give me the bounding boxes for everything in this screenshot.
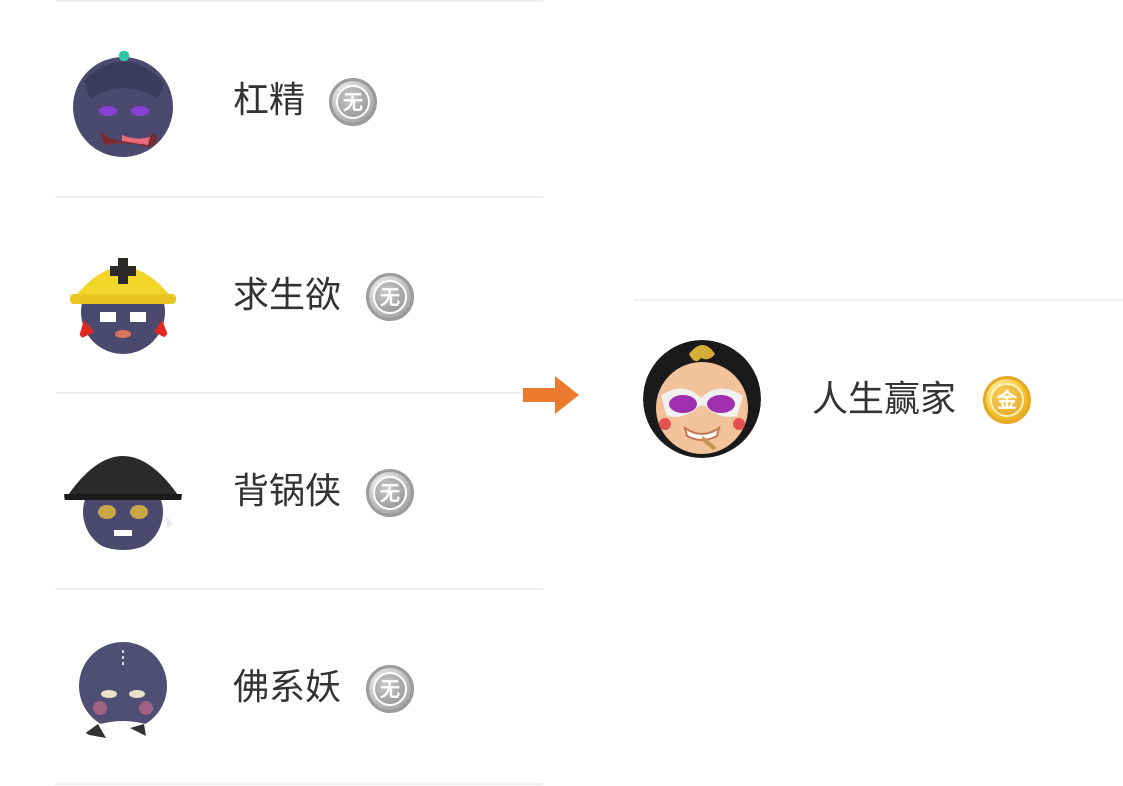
result-item[interactable]: 人生赢家 金 (634, 300, 1123, 500)
silver-badge-icon: 无 (366, 665, 414, 713)
item-name: 佛系妖 (233, 667, 342, 708)
silver-badge-icon: 无 (366, 273, 414, 321)
baby-sunglasses-avatar (643, 340, 761, 458)
item-name: 杠精 (233, 80, 306, 121)
purple-imp-hardhat-avatar (64, 236, 182, 354)
result-name: 人生赢家 (812, 379, 957, 420)
purple-imp-wok-avatar (64, 432, 182, 550)
list-item[interactable]: 佛系妖 无 (55, 590, 543, 785)
item-name: 背锅侠 (233, 471, 342, 512)
silver-badge-icon: 无 (329, 78, 377, 126)
list-item[interactable]: 背锅侠 无 (55, 394, 543, 589)
list-item[interactable]: 杠精 无 (55, 3, 543, 198)
purple-imp-monk-avatar (64, 628, 182, 746)
gold-badge-icon: 金 (983, 376, 1031, 424)
divider (55, 0, 543, 2)
arrow-right-icon (523, 376, 579, 418)
purple-imp-tongue-avatar (64, 41, 182, 159)
list-item[interactable]: 求生欲 无 (55, 198, 543, 393)
silver-badge-icon: 无 (366, 469, 414, 517)
item-name: 求生欲 (233, 275, 342, 316)
